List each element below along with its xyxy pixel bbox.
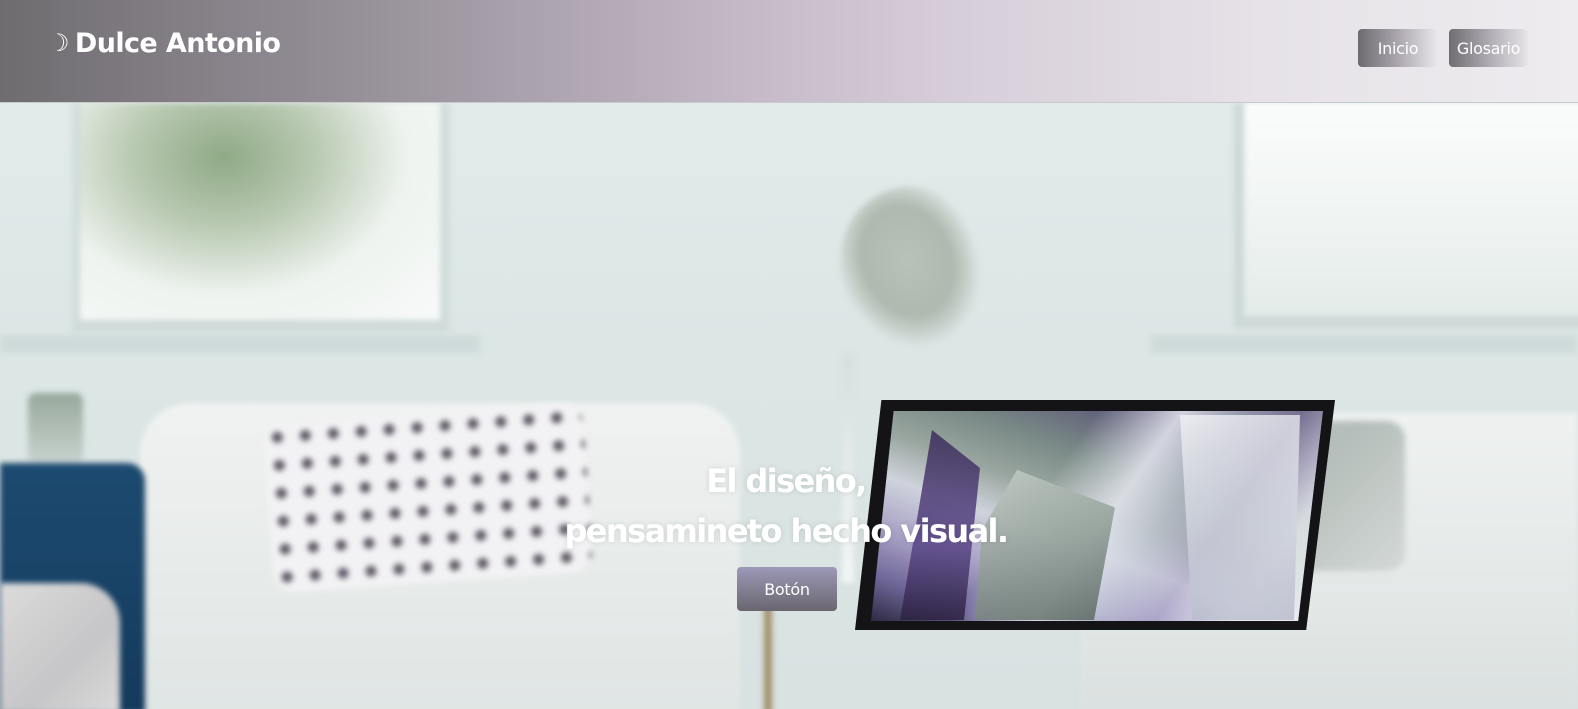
hero-cta-button[interactable]: Botón (737, 567, 837, 611)
nav-glosario-button[interactable]: Glosario (1449, 29, 1528, 67)
brand-name: Dulce Antonio (74, 27, 281, 59)
nav-inicio-button[interactable]: Inicio (1358, 29, 1438, 67)
brand-logo[interactable]: ☽ Dulce Antonio (48, 24, 281, 62)
hero-background-image (0, 103, 1578, 709)
blanket (0, 583, 120, 709)
plant-leaf (815, 167, 1005, 369)
window-sill-right (1150, 335, 1578, 353)
main-nav: Inicio Glosario (1358, 29, 1528, 67)
window-sill-left (0, 335, 480, 353)
vase (28, 393, 83, 463)
hero-title-line-1: El diseño, (706, 462, 867, 500)
site-header: ☽ Dulce Antonio Inicio Glosario (0, 0, 1578, 103)
hero-title-line-2: pensamineto hecho visual. (564, 512, 1010, 550)
moon-icon: ☽ (48, 29, 70, 57)
page: ☽ Dulce Antonio Inicio Glosario El diseñ… (0, 0, 1578, 709)
hero-heading: El diseño, pensamineto hecho visual. (0, 456, 1572, 556)
window-right (1234, 103, 1578, 328)
window-left (72, 103, 450, 332)
